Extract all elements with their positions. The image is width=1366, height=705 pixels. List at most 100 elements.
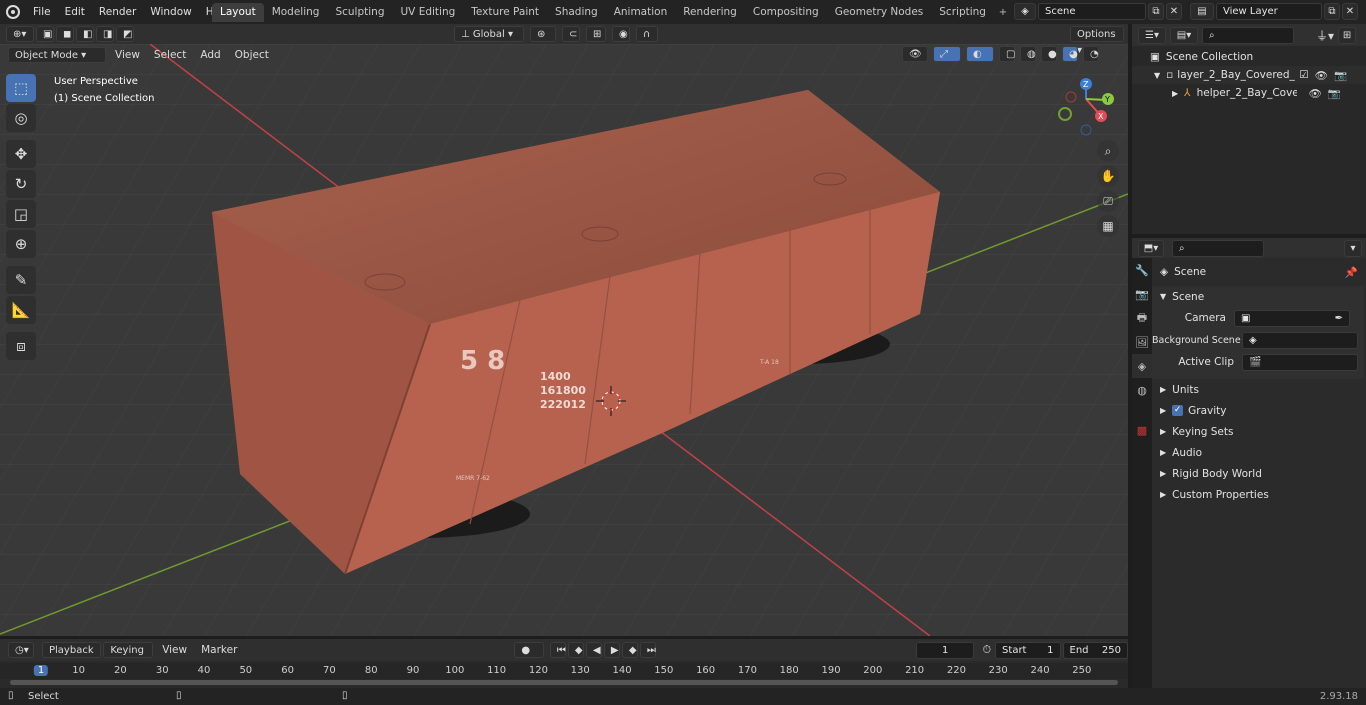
scene-tab-icon[interactable]: ◈: [1132, 354, 1152, 378]
eyedropper-icon[interactable]: ✒: [1335, 311, 1343, 326]
overlay-toggle-icon[interactable]: ◐: [966, 46, 994, 62]
outliner-item-helper[interactable]: ▶ ⅄ helper_2_Bay_Covered_H 👁 📷: [1132, 84, 1366, 102]
display-mode-icon[interactable]: ▤▾: [1170, 26, 1198, 44]
select-box-icon[interactable]: ▣: [36, 26, 54, 42]
scale-tool-icon[interactable]: ◲: [6, 200, 36, 228]
tab-texture-paint[interactable]: Texture Paint: [463, 3, 547, 22]
properties-options-icon[interactable]: ▾: [1344, 239, 1362, 257]
tab-sculpting[interactable]: Sculpting: [327, 3, 392, 22]
playback-menu[interactable]: Playback ▾: [42, 642, 102, 672]
render-tab-icon[interactable]: 📷: [1132, 282, 1152, 306]
frame-ruler[interactable]: 1 10 20 30 40 50 60 70 80 90 100 110 120 130 140 150 160…: [0, 663, 1128, 679]
outliner-search-input[interactable]: ⌕: [1202, 26, 1294, 44]
snap-target-icon[interactable]: ⊞: [586, 26, 606, 42]
falloff-icon[interactable]: ∩: [636, 26, 658, 42]
scene-selector-icon[interactable]: ◈: [1014, 3, 1036, 20]
xray-icon[interactable]: ▢: [999, 46, 1015, 62]
menu-view[interactable]: View: [108, 49, 147, 61]
menu-edit[interactable]: Edit: [58, 6, 92, 18]
tab-geometry-nodes[interactable]: Geometry Nodes: [827, 3, 932, 22]
tool-tab-icon[interactable]: 🔧: [1132, 258, 1152, 282]
eye-icon[interactable]: 👁: [1309, 87, 1322, 100]
object-mode-dropdown[interactable]: Object Mode ▾: [8, 47, 106, 63]
move-tool-icon[interactable]: ✥: [6, 140, 36, 168]
new-view-layer-icon[interactable]: ⧉: [1324, 3, 1340, 20]
select-mode-subtract-icon[interactable]: ◨: [96, 26, 114, 42]
tab-rendering[interactable]: Rendering: [675, 3, 745, 22]
prev-keyframe-icon[interactable]: ◆: [567, 642, 584, 658]
tab-layout[interactable]: Layout: [212, 3, 264, 22]
jump-start-icon[interactable]: ⏮: [549, 642, 566, 658]
view-layer-selector-icon[interactable]: ▤: [1190, 3, 1214, 20]
clock-icon[interactable]: ⏱: [982, 643, 991, 657]
new-scene-icon[interactable]: ⧉: [1148, 3, 1164, 20]
menu-select[interactable]: Select: [147, 49, 193, 61]
cursor-tool-icon[interactable]: ◎: [6, 104, 36, 132]
timeline-scrollbar[interactable]: [10, 680, 1118, 685]
timeline-editor-icon[interactable]: ◷▾: [8, 642, 34, 658]
gizmo-toggle-icon[interactable]: ⤢: [933, 46, 961, 62]
camera-field[interactable]: ▣ ✒: [1234, 309, 1350, 327]
shading-wireframe-icon[interactable]: ◍: [1020, 46, 1036, 62]
custom-properties-panel[interactable]: ▶ Custom Properties: [1152, 484, 1364, 505]
menu-file[interactable]: File: [26, 6, 58, 18]
select-mode-invert-icon[interactable]: ◩: [116, 26, 134, 42]
outliner-item-layer[interactable]: ▼ ▫ layer_2_Bay_Covered_Hoppe ☑ 👁 📷: [1132, 66, 1366, 84]
current-frame-field[interactable]: 1: [915, 641, 975, 659]
background-scene-field[interactable]: ◈: [1242, 331, 1358, 349]
collapse-arrow-icon[interactable]: ▶: [1172, 89, 1178, 98]
properties-editor-icon[interactable]: ⬒▾: [1138, 239, 1164, 257]
shading-solid-icon[interactable]: ●: [1041, 46, 1057, 62]
pan-hand-icon[interactable]: ✋: [1097, 165, 1119, 187]
world-tab-icon[interactable]: ◍: [1132, 378, 1152, 402]
viewport-scene[interactable]: 5 8 1400 161800 222012 MEMR 7-62 T-A 18 …: [0, 44, 1128, 636]
snap-icon[interactable]: ⊂: [562, 26, 580, 42]
tab-scripting[interactable]: Scripting: [931, 3, 994, 22]
3d-viewport[interactable]: 5 8 1400 161800 222012 MEMR 7-62 T-A 18 …: [0, 44, 1128, 636]
tab-shading[interactable]: Shading: [547, 3, 606, 22]
blender-logo-icon[interactable]: [6, 5, 20, 19]
active-clip-field[interactable]: 🎬: [1242, 353, 1358, 371]
shading-material-icon[interactable]: ◕: [1062, 46, 1078, 62]
delete-view-layer-icon[interactable]: ✕: [1342, 3, 1358, 20]
new-collection-icon[interactable]: ⊞: [1338, 26, 1357, 44]
select-mode-new-icon[interactable]: ◼: [56, 26, 74, 42]
play-reverse-icon[interactable]: ◀: [585, 642, 602, 658]
editor-type-icon[interactable]: ⊕▾: [6, 26, 34, 42]
options-button[interactable]: Options ▾: [1070, 26, 1124, 56]
tab-animation[interactable]: Animation: [606, 3, 676, 22]
pivot-icon[interactable]: ⊛: [530, 26, 556, 42]
gravity-checkbox[interactable]: ✓: [1172, 405, 1184, 416]
view-layer-field[interactable]: View Layer: [1216, 3, 1322, 20]
annotate-tool-icon[interactable]: ✎: [6, 266, 36, 294]
include-checkbox-icon[interactable]: ☑: [1299, 69, 1308, 81]
pin-icon[interactable]: 📌: [1345, 266, 1358, 279]
outliner-editor-icon[interactable]: ☰▾: [1138, 26, 1166, 44]
delete-scene-icon[interactable]: ✕: [1166, 3, 1182, 20]
add-cube-tool-icon[interactable]: ⧈: [6, 332, 36, 360]
timeline-view-menu[interactable]: View: [155, 644, 194, 656]
tab-modeling[interactable]: Modeling: [264, 3, 328, 22]
properties-search-input[interactable]: ⌕: [1172, 239, 1264, 257]
tab-uv-editing[interactable]: UV Editing: [393, 3, 464, 22]
camera-render-icon[interactable]: 📷: [1334, 69, 1347, 82]
add-workspace-icon[interactable]: +: [994, 3, 1012, 22]
select-mode-extend-icon[interactable]: ◧: [76, 26, 94, 42]
visibility-icon[interactable]: 👁: [902, 46, 928, 62]
view-layer-tab-icon[interactable]: 🖼: [1132, 330, 1152, 354]
ortho-grid-icon[interactable]: ▦: [1097, 215, 1119, 237]
audio-panel[interactable]: ▶ Audio: [1152, 442, 1364, 463]
timeline-marker-menu[interactable]: Marker: [194, 644, 244, 656]
menu-object[interactable]: Object: [228, 49, 276, 61]
scene-section-header[interactable]: ▼ Scene: [1152, 286, 1364, 307]
outliner-root[interactable]: ▣ Scene Collection: [1132, 48, 1366, 66]
end-frame-field[interactable]: End 250: [1062, 641, 1128, 659]
output-tab-icon[interactable]: 🖶: [1132, 306, 1152, 330]
orientation-dropdown[interactable]: ⊥ Global ▾: [454, 26, 524, 42]
keying-sets-panel[interactable]: ▶ Keying Sets: [1152, 421, 1364, 442]
menu-render[interactable]: Render: [92, 6, 143, 18]
start-frame-field[interactable]: Start 1: [995, 641, 1061, 659]
select-tool-icon[interactable]: ⬚: [6, 74, 36, 102]
scene-field[interactable]: Scene: [1038, 3, 1146, 20]
camera-render-icon[interactable]: 📷: [1328, 87, 1341, 100]
